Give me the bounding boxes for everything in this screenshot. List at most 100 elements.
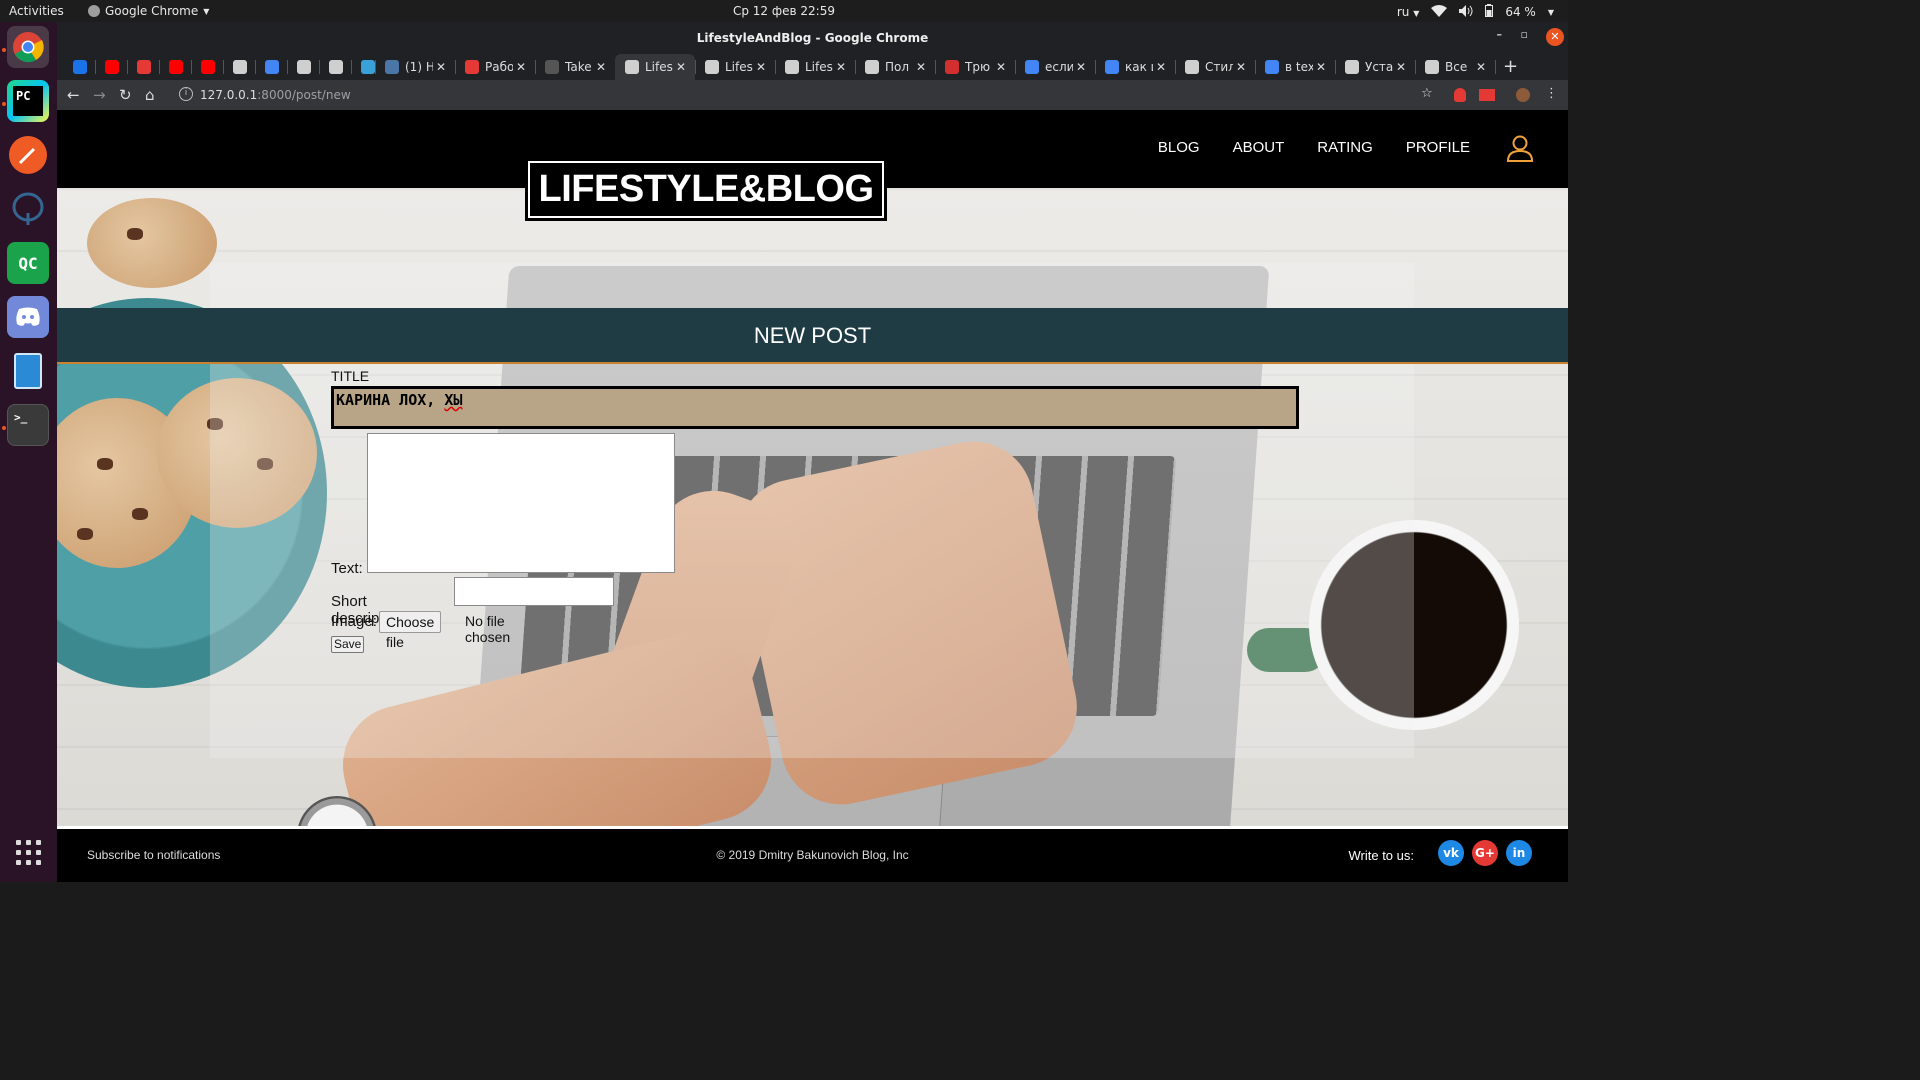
save-button[interactable]: Save [331, 636, 365, 653]
browser-tab[interactable] [255, 54, 288, 80]
browser-tab[interactable] [351, 54, 376, 80]
reload-icon[interactable]: ↻ [119, 86, 132, 104]
postman-icon[interactable] [7, 134, 49, 176]
browser-tab[interactable]: Пол ✕ [855, 54, 936, 80]
grid-icon [233, 60, 247, 74]
site-logo[interactable]: LIFESTYLE&BLOG [525, 158, 887, 221]
discord-icon[interactable] [7, 296, 49, 338]
browser-tab[interactable] [191, 54, 224, 80]
browser-tab[interactable] [287, 54, 320, 80]
menu-dots-icon[interactable]: ⋮ [1545, 86, 1558, 101]
choose-file-button[interactable]: Choose file [379, 611, 442, 650]
calendar-icon [297, 60, 311, 74]
nav-about[interactable]: ABOUT [1233, 139, 1285, 156]
google-icon [265, 60, 279, 74]
linkedin-icon[interactable]: in [1506, 840, 1532, 866]
close-tab-icon[interactable]: ✕ [1313, 60, 1329, 74]
browser-tab[interactable]: Lifes ✕ [615, 54, 696, 80]
browser-tab[interactable]: Все ✕ [1415, 54, 1496, 80]
tab-title: Рабо [485, 60, 513, 74]
globe-icon [705, 60, 719, 74]
close-tab-icon[interactable]: ✕ [593, 60, 609, 74]
close-tab-icon[interactable]: ✕ [1153, 60, 1169, 74]
text-textarea[interactable] [367, 433, 675, 573]
tab-title: Пол [885, 60, 910, 74]
close-tab-icon[interactable]: ✕ [1073, 60, 1089, 74]
youtube-icon [201, 60, 215, 74]
clock[interactable]: Ср 12 фев 22:59 [0, 4, 1568, 18]
browser-toolbar: ← → ↻ ⌂ i 127.0.0.1:8000/post/new ☆ ⋮ [57, 80, 1568, 110]
web-page: BLOG ABOUT RATING PROFILE LIFESTYLE&BLOG… [57, 110, 1568, 882]
browser-tab[interactable] [159, 54, 192, 80]
caret-down-icon[interactable]: ▼ [1548, 8, 1554, 17]
info-icon[interactable]: i [179, 87, 193, 101]
tab-strip: + (1) Н ✕ Рабо ✕ Take ✕ Lifes ✕ Lifes ✕ Lifes ✕ Пол ✕… [57, 52, 1568, 80]
keyboard-layout[interactable]: ru ▼ [1397, 5, 1420, 19]
forward-icon[interactable]: → [93, 86, 106, 104]
close-tab-icon[interactable]: ✕ [833, 60, 849, 74]
home-icon[interactable]: ⌂ [145, 86, 155, 104]
nav-rating[interactable]: RATING [1317, 139, 1373, 156]
browser-tab[interactable]: Уста ✕ [1335, 54, 1416, 80]
app-icon [73, 60, 87, 74]
extension-icon[interactable] [1454, 88, 1466, 102]
globe-icon [625, 60, 639, 74]
qcad-icon[interactable]: QC [7, 242, 49, 284]
title-input[interactable]: КАРИНА ЛОХ, ХЫ [331, 386, 1299, 429]
close-tab-icon[interactable]: ✕ [1473, 60, 1489, 74]
browser-tab[interactable]: Lifes ✕ [695, 54, 776, 80]
youtube-icon [169, 60, 183, 74]
close-tab-icon[interactable]: ✕ [753, 60, 769, 74]
browser-tab[interactable] [319, 54, 352, 80]
browser-tab[interactable]: (1) Н ✕ [375, 54, 456, 80]
extension-icon[interactable] [1479, 89, 1495, 101]
volume-icon[interactable] [1459, 4, 1473, 20]
new-tab-icon[interactable]: + [1503, 56, 1518, 77]
pgadmin-icon[interactable] [7, 188, 49, 230]
browser-tab[interactable]: Take ✕ [535, 54, 616, 80]
address-bar[interactable]: i 127.0.0.1:8000/post/new [171, 83, 1521, 107]
pycharm-icon[interactable]: PC [7, 80, 49, 122]
close-tab-icon[interactable]: ✕ [513, 60, 529, 74]
browser-tab[interactable]: если ✕ [1015, 54, 1096, 80]
back-icon[interactable]: ← [67, 86, 80, 104]
browser-tab[interactable]: Lifes ✕ [775, 54, 856, 80]
browser-tab[interactable]: как и✕ [1095, 54, 1176, 80]
tab-title: Lifes [645, 60, 673, 74]
minimize-icon[interactable]: – [1497, 28, 1503, 41]
user-icon[interactable] [1506, 134, 1534, 162]
browser-tab[interactable] [63, 54, 96, 80]
google-plus-icon[interactable]: G+ [1472, 840, 1498, 866]
show-applications-icon[interactable] [16, 840, 42, 866]
wifi-icon[interactable] [1431, 4, 1448, 20]
maximize-icon[interactable]: ▫ [1521, 28, 1528, 41]
close-window-icon[interactable]: ✕ [1546, 28, 1564, 46]
profile-avatar[interactable] [1516, 88, 1530, 102]
vk-icon[interactable]: vk [1438, 840, 1464, 866]
browser-tab[interactable]: Стил ✕ [1175, 54, 1256, 80]
close-tab-icon[interactable]: ✕ [1233, 60, 1249, 74]
close-tab-icon[interactable]: ✕ [433, 60, 449, 74]
close-tab-icon[interactable]: ✕ [673, 60, 689, 74]
image-label: Image: [331, 613, 377, 630]
nav-blog[interactable]: BLOG [1158, 139, 1200, 156]
nav-profile[interactable]: PROFILE [1406, 139, 1470, 156]
chrome-icon[interactable] [7, 26, 49, 68]
battery-icon[interactable] [1485, 4, 1494, 20]
browser-tab[interactable] [127, 54, 160, 80]
close-tab-icon[interactable]: ✕ [913, 60, 929, 74]
browser-tab[interactable] [223, 54, 256, 80]
system-tray[interactable]: ru ▼ 64 % ▼ [1397, 4, 1554, 20]
browser-tab[interactable]: в tex ✕ [1255, 54, 1336, 80]
short-description-input[interactable] [454, 577, 614, 606]
close-tab-icon[interactable]: ✕ [993, 60, 1009, 74]
window-title-bar[interactable]: LifestyleAndBlog - Google Chrome – ▫ ✕ [57, 22, 1568, 52]
browser-tab[interactable]: Рабо ✕ [455, 54, 536, 80]
browser-tab[interactable]: Трю ✕ [935, 54, 1016, 80]
app-icon [1345, 60, 1359, 74]
close-tab-icon[interactable]: ✕ [1393, 60, 1409, 74]
bookmark-star-icon[interactable]: ☆ [1421, 86, 1433, 101]
files-icon[interactable] [7, 350, 49, 392]
terminal-icon[interactable]: >_ [7, 404, 49, 446]
browser-tab[interactable] [95, 54, 128, 80]
